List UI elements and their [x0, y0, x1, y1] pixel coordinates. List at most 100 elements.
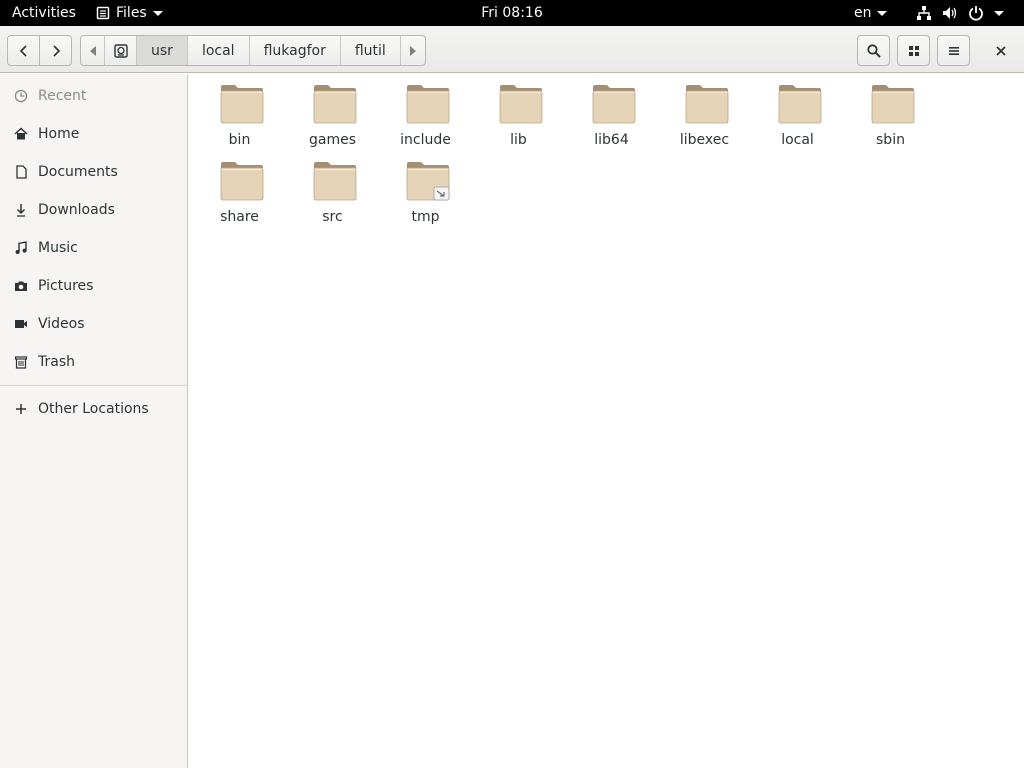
music-icon	[14, 241, 28, 255]
files-app-icon	[96, 6, 110, 20]
sidebar-item-label: Videos	[38, 316, 85, 332]
sidebar-item-videos[interactable]: Videos	[0, 305, 188, 343]
folder-item-local[interactable]: local	[751, 76, 844, 150]
folder-name: lib64	[594, 132, 629, 148]
folder-item-share[interactable]: share	[193, 153, 286, 227]
sidebar-item-label: Pictures	[38, 278, 94, 294]
triangle-right-icon	[409, 45, 416, 56]
folder-item-include[interactable]: include	[379, 76, 472, 150]
path-segment-flutil[interactable]: flutil	[341, 36, 401, 65]
sidebar-item-label: Recent	[38, 88, 87, 104]
menu-button[interactable]	[937, 35, 970, 66]
language-indicator[interactable]: en	[854, 0, 887, 26]
path-segment-usr[interactable]: usr	[137, 36, 188, 65]
sidebar-divider	[0, 385, 188, 386]
network-icon	[917, 6, 931, 20]
drive-icon	[113, 43, 128, 58]
clock-icon	[14, 89, 28, 103]
sidebar-item-recent[interactable]: Recent	[0, 77, 188, 115]
clock[interactable]: Fri 08:16	[481, 5, 542, 21]
folder-name: local	[781, 132, 814, 148]
folder-icon	[406, 85, 450, 124]
sidebar-item-label: Music	[38, 240, 78, 256]
folder-icon	[592, 85, 636, 124]
language-label: en	[854, 5, 872, 21]
sidebar-item-pictures[interactable]: Pictures	[0, 267, 188, 305]
view-toggle-button[interactable]	[897, 35, 930, 66]
trash-icon	[14, 355, 28, 369]
power-icon	[969, 6, 983, 21]
chevron-down-icon	[152, 10, 163, 16]
forward-button[interactable]	[39, 35, 72, 66]
path-scroll-right-button[interactable]	[401, 36, 425, 65]
search-button[interactable]	[857, 35, 890, 66]
header-bar: usr local flukagfor flutil	[0, 26, 1024, 73]
sidebar-item-downloads[interactable]: Downloads	[0, 191, 188, 229]
folder-item-games[interactable]: games	[286, 76, 379, 150]
folder-item-src[interactable]: src	[286, 153, 379, 227]
chevron-left-icon	[19, 44, 27, 57]
folder-icon	[313, 162, 357, 201]
sidebar-item-label: Other Locations	[38, 401, 149, 417]
grid-icon	[908, 45, 919, 56]
volume-icon	[943, 7, 957, 19]
folder-item-lib64[interactable]: lib64	[565, 76, 658, 150]
sidebar-item-other-locations[interactable]: Other Locations	[0, 390, 188, 428]
chevron-down-icon	[876, 10, 887, 16]
folder-icon	[406, 162, 450, 201]
folder-item-tmp[interactable]: tmp	[379, 153, 472, 227]
close-icon	[995, 45, 1006, 56]
path-segment-local[interactable]: local	[188, 36, 250, 65]
file-grid: bin games include lib lib64 libexec local sbin s…	[189, 74, 1024, 768]
folder-icon	[220, 162, 264, 201]
folder-name: libexec	[679, 132, 730, 148]
sidebar-item-home[interactable]: Home	[0, 115, 188, 153]
folder-icon	[871, 85, 915, 124]
activities-button[interactable]: Activities	[12, 0, 76, 26]
chevron-down-icon	[994, 10, 1004, 16]
home-icon	[14, 127, 28, 141]
sidebar-item-trash[interactable]: Trash	[0, 343, 188, 381]
search-icon	[866, 43, 881, 58]
system-menu[interactable]	[916, 0, 1004, 26]
folder-name: bin	[228, 132, 251, 148]
sidebar: Recent Home Documents Downloads Music Pi…	[0, 74, 188, 768]
sidebar-item-label: Documents	[38, 164, 118, 180]
triangle-left-icon	[89, 45, 96, 56]
plus-icon	[14, 402, 28, 416]
folder-name: tmp	[411, 209, 440, 225]
sidebar-item-label: Home	[38, 126, 80, 142]
folder-icon	[685, 85, 729, 124]
path-scroll-left-button[interactable]	[81, 36, 105, 65]
folder-item-libexec[interactable]: libexec	[658, 76, 751, 150]
folder-icon	[220, 85, 264, 124]
folder-icon	[499, 85, 543, 124]
folder-name: lib	[510, 132, 527, 148]
sidebar-item-documents[interactable]: Documents	[0, 153, 188, 191]
back-button[interactable]	[7, 35, 40, 66]
folder-item-bin[interactable]: bin	[193, 76, 286, 150]
download-icon	[14, 203, 28, 217]
app-menu-label: Files	[116, 5, 147, 21]
camera-icon	[14, 279, 28, 293]
symlink-badge	[433, 186, 450, 201]
sidebar-item-label: Trash	[38, 354, 75, 370]
folder-name: share	[220, 209, 259, 225]
path-root-button[interactable]	[105, 36, 137, 65]
document-icon	[14, 165, 28, 179]
folder-icon	[778, 85, 822, 124]
video-icon	[14, 317, 28, 331]
app-menu-button[interactable]: Files	[96, 0, 163, 26]
folder-name: sbin	[876, 132, 905, 148]
path-segment-flukagfor[interactable]: flukagfor	[250, 36, 341, 65]
folder-name: games	[308, 132, 356, 148]
folder-name: include	[400, 132, 451, 148]
folder-item-lib[interactable]: lib	[472, 76, 565, 150]
folder-icon	[313, 85, 357, 124]
folder-item-sbin[interactable]: sbin	[844, 76, 937, 150]
chevron-right-icon	[52, 44, 60, 57]
path-bar: usr local flukagfor flutil	[80, 35, 426, 66]
close-button[interactable]	[985, 35, 1016, 66]
sidebar-item-music[interactable]: Music	[0, 229, 188, 267]
hamburger-icon	[948, 46, 959, 55]
